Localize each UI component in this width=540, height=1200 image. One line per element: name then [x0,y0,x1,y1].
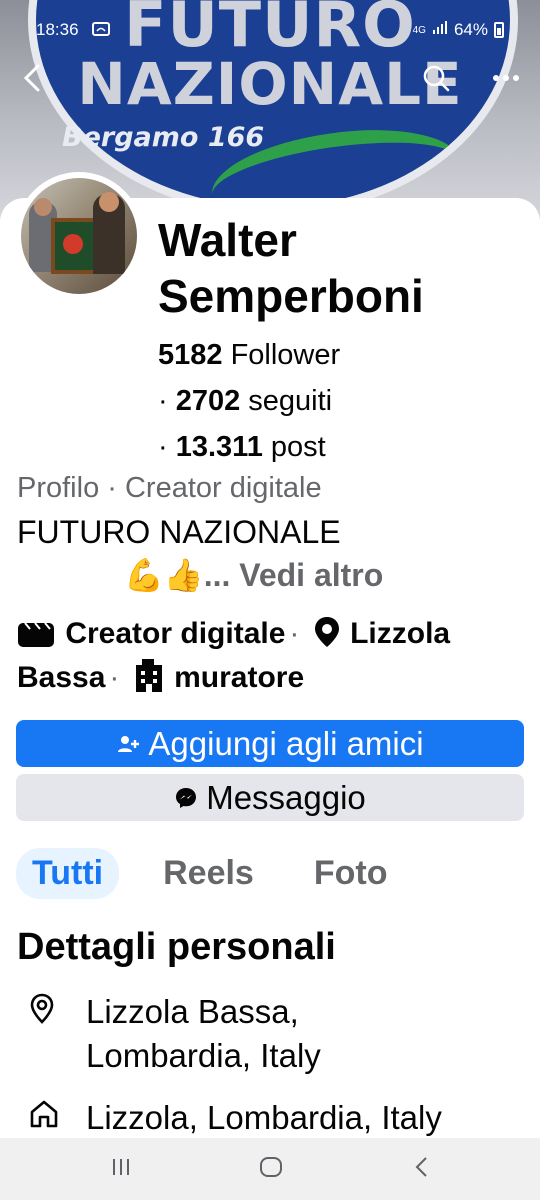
search-button[interactable] [414,56,458,100]
posts-label: post [270,431,326,463]
see-more-link[interactable]: ... Vedi altro [204,557,384,593]
bio-see-more[interactable]: 💪👍... Vedi altro [124,556,383,594]
following-stat[interactable]: · 2702 seguiti [158,378,340,424]
posts-count: 13.311 [175,431,263,463]
video-clapper-icon [18,622,54,647]
detail-location-text: Lizzola Bassa, Lombardia, Italy [86,990,526,1078]
wifi-icon [92,22,110,40]
tab-foto[interactable]: Foto [298,848,404,899]
bio-emoji: 💪👍 [124,557,204,593]
battery-percent: 64% [453,20,488,39]
following-label: seguiti [248,385,333,417]
meta-job: muratore [174,661,305,694]
recent-apps-button[interactable] [110,1156,132,1183]
system-back-button[interactable] [412,1156,430,1183]
more-options-button[interactable] [484,56,528,100]
section-title: Dettagli personali [17,926,336,968]
cover-title-line2: NAZIONALE [77,50,463,118]
recent-apps-icon [113,1159,129,1175]
meta-category: Creator digitale [65,617,286,650]
home-icon [30,1100,58,1128]
followers-count: 5182 [158,339,223,371]
search-icon [423,65,450,92]
chevron-left-icon [23,64,40,92]
profile-avatar[interactable] [15,172,143,300]
profile-meta: Creator digitale · Lizzola Bassa · murator… [17,617,451,694]
cover-subtitle: Bergamo 166 [62,122,265,153]
building-icon [135,659,162,692]
status-bar: 18:36 4G 64% [0,18,540,46]
location-pin-icon [30,993,54,1024]
location-pin-icon [314,617,339,647]
messenger-icon [176,787,197,808]
profile-bio: FUTURO NAZIONALE [17,514,341,550]
detail-location-line1: Lizzola Bassa, [86,993,299,1030]
add-friend-icon [118,735,140,752]
message-label: Messaggio [206,778,366,816]
avatar-painting [51,218,97,274]
network-indicator: 4G [412,24,426,36]
tab-tutti[interactable]: Tutti [16,848,120,899]
tab-reels[interactable]: Reels [147,848,270,899]
avatar-photo [21,178,137,294]
followers-label: Follower [230,339,341,371]
back-button[interactable] [10,56,54,100]
status-time: 18:36 [36,20,79,39]
profile-category: Profilo · Creator digitale [17,472,322,504]
home-button[interactable] [259,1156,283,1183]
profile-stats: 5182 Follower · 2702 seguiti · 13.311 po… [158,332,340,470]
avatar-figure-right [93,192,125,274]
add-friend-label: Aggiungi agli amici [148,724,424,762]
back-chevron-icon [415,1157,427,1177]
more-dots-icon [493,75,519,81]
home-circle-icon [260,1157,282,1177]
detail-home-line1: Lizzola, Lombardia, Italy [86,1099,442,1136]
message-button[interactable]: Messaggio [16,774,524,821]
profile-tabs: Tutti Reels Foto [16,848,403,899]
posts-stat: · 13.311 post [158,431,326,463]
following-count: 2702 [175,385,241,417]
battery-icon [494,22,504,38]
profile-name: Walter Semperboni [158,214,424,322]
detail-location-line2: Lombardia, Italy [86,1037,321,1074]
followers-stat[interactable]: 5182 Follower [158,332,340,378]
system-navigation-bar [0,1138,540,1200]
signal-icon [432,20,448,40]
add-friend-button[interactable]: Aggiungi agli amici [16,720,524,767]
detail-home-text: Lizzola, Lombardia, Italy [86,1096,526,1140]
